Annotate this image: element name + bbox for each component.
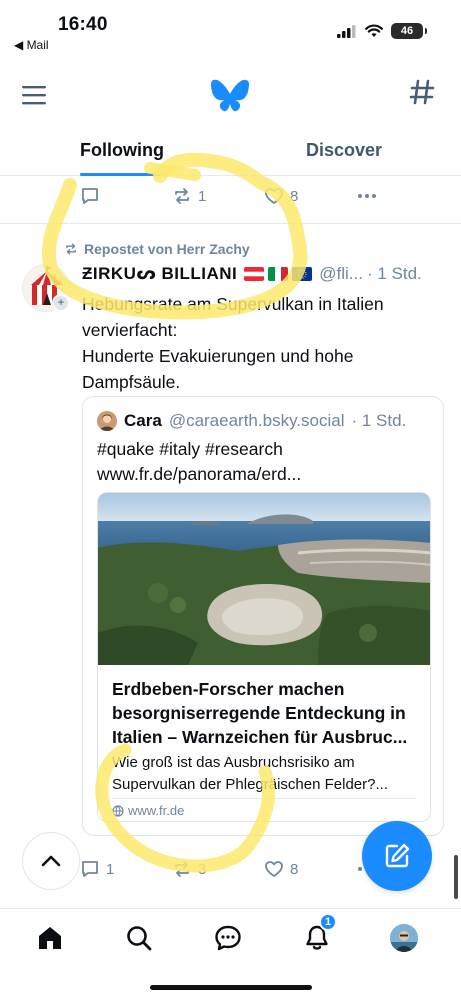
eu-flag-icon [292,267,313,281]
repost-count: 1 [198,187,207,205]
quote-link[interactable]: www.fr.de/panorama/erd... [97,462,427,487]
bluesky-butterfly-logo[interactable] [210,78,250,114]
link-description: Wie groß ist das Ausbruchsrisiko am Supe… [112,754,388,793]
flag-emojis [244,267,313,281]
more-options-button[interactable] [356,186,378,206]
like-button[interactable]: 8 [264,859,356,879]
like-count: 8 [290,187,299,205]
post-time: · 1 Std. [366,264,422,283]
link-separator [112,798,416,799]
feed-tabs: Following Discover [0,130,461,176]
post-text-line: Hunderte Evakuierungen und hohe [82,346,354,366]
repost-button[interactable]: 1 [172,186,264,206]
repost-icon [66,243,76,255]
austria-flag-icon [244,267,265,281]
notification-badge: 1 [319,913,337,931]
globe-icon [112,804,124,817]
status-bar: 16:40 ◀ Mail 46 [0,0,461,60]
repost-info[interactable]: Repostet von Herr Zachy [64,241,250,257]
scroll-to-top-button[interactable] [22,832,80,890]
home-indicator[interactable] [150,985,312,990]
link-title: Erdbeben-Forscher machen besorgniserrege… [112,679,408,747]
more-horizontal-icon [358,194,376,198]
search-icon [127,926,152,951]
repost-icon [175,188,189,204]
repost-button[interactable]: 3 [172,859,264,879]
heart-icon [265,188,283,204]
post-text-line: vervierfacht: [82,320,178,340]
author-name[interactable]: ƵIRKUᔕ BILLIANI [82,264,237,284]
like-button[interactable]: 8 [264,186,356,206]
person-avatar-icon [97,411,117,431]
tab-discover[interactable]: Discover [306,140,382,161]
profile-photo-icon [390,924,418,952]
status-icons: 46 [337,23,427,39]
active-tab-indicator [80,173,162,176]
post-text-line: Hebungsrate am Supervulkan in Italien [82,294,384,314]
quote-author-name[interactable]: Cara [124,411,162,431]
bottom-navigation [0,908,461,968]
link-domain: www.fr.de [112,803,184,818]
reply-icon [82,188,98,204]
tab-following[interactable]: Following [80,140,164,161]
chevron-up-icon [41,855,61,867]
post-header: ƵIRKUᔕ BILLIANI @fli... · 1 Std. [82,264,452,284]
reply-count: 1 [106,860,115,878]
home-icon [39,927,61,949]
nav-home[interactable] [33,921,67,955]
back-to-mail-link[interactable]: ◀ Mail [14,38,49,52]
user-avatar [390,924,418,952]
battery-indicator: 46 [391,23,427,39]
quote-author-handle[interactable]: @caraearth.bsky.social [169,411,345,431]
follow-plus-badge[interactable]: + [52,294,70,312]
reply-button[interactable]: 1 [80,859,172,879]
nav-search[interactable] [122,921,156,955]
scrollbar-thumb[interactable] [454,855,458,899]
quote-author-avatar[interactable] [97,411,117,431]
link-domain-text: www.fr.de [128,803,185,818]
menu-button[interactable] [20,82,50,108]
volcano-crater-photo [98,493,430,665]
quote-time: · 1 Std. [351,411,407,430]
top-bar [0,70,461,122]
author-handle[interactable]: @fli... [319,264,363,284]
repost-label: Repostet von Herr Zachy [84,241,250,257]
post-text: Hebungsrate am Supervulkan in Italien ve… [82,291,442,395]
hashtag-icon [409,79,435,105]
quote-header: Cara @caraearth.bsky.social · 1 Std. [97,411,406,431]
nav-chat[interactable] [211,921,245,955]
italy-flag-icon [268,267,289,281]
status-time: 16:40 [58,14,108,35]
post-text-line: Dampfsäule. [82,372,181,392]
post-divider [0,223,461,224]
quote-hashtags[interactable]: #quake #italy #research [97,437,427,462]
feeds-hashtag-button[interactable] [409,78,435,114]
previous-post-actions: 1 8 [80,181,400,211]
compose-post-button[interactable] [362,821,432,891]
reply-icon [82,861,98,877]
compose-pencil-icon [385,843,410,868]
wifi-icon [365,24,383,37]
signal-icon [337,24,356,38]
link-preview-card[interactable]: Erdbeben-Forscher machen besorgniserrege… [97,492,431,822]
hamburger-menu-icon [22,86,46,105]
battery-level: 46 [400,25,414,37]
chat-bubble-icon [215,925,241,951]
quoted-post[interactable]: Cara @caraearth.bsky.social · 1 Std. #qu… [82,396,444,836]
repost-icon [175,861,189,877]
repost-count: 3 [198,860,207,878]
heart-icon [265,861,283,877]
reply-button[interactable] [80,186,172,206]
post-actions: 1 3 8 [80,854,400,884]
like-count: 8 [290,860,299,878]
nav-profile[interactable] [387,921,421,955]
quote-text: #quake #italy #research www.fr.de/panora… [97,437,427,487]
